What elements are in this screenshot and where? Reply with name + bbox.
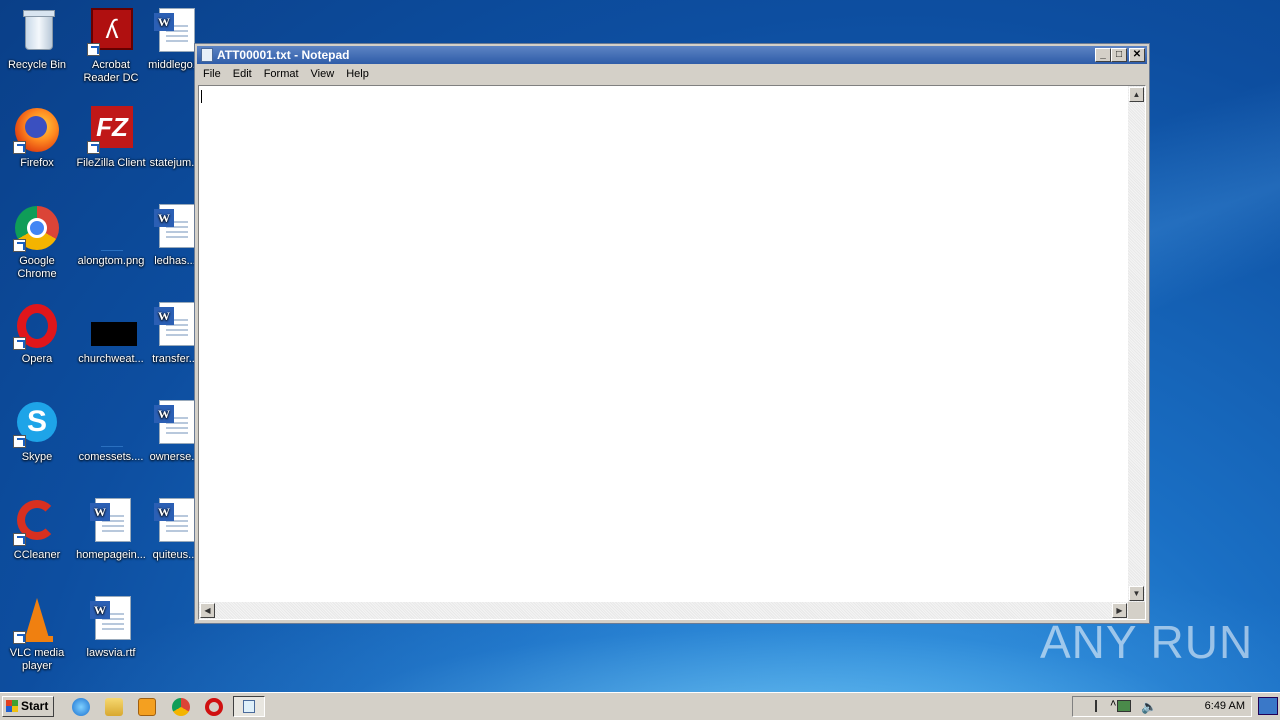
desktop-icon-alongtom-png[interactable]: alongtom.png [74,204,148,268]
media-player-icon[interactable] [138,698,156,716]
ccleaner-icon [13,498,61,546]
desktop-icon-churchweat[interactable]: churchweat... [74,302,148,366]
shortcut-arrow-icon [13,239,26,252]
desktop-icon-homepagein[interactable]: W homepagein... [74,498,148,562]
shortcut-arrow-icon [87,43,100,56]
scroll-up-button[interactable]: ▲ [1129,87,1144,102]
desktop-icon-firefox[interactable]: Firefox [0,106,74,170]
minimize-button[interactable]: _ [1095,48,1111,62]
word-document-icon: W [151,400,199,448]
show-desktop-button[interactable] [1258,697,1278,715]
word-document-icon: W [151,204,199,252]
start-label: Start [21,699,49,713]
desktop-icon-google-chrome[interactable]: Google Chrome [0,204,74,281]
desktop-icon-label: Acrobat Reader DC [83,59,139,84]
desktop-icon-label: Recycle Bin [7,59,67,71]
menu-file[interactable]: File [197,65,227,83]
word-document-icon: W [151,302,199,350]
desktop-icon-skype[interactable]: S Skype [0,400,74,464]
action-center-flag-icon[interactable] [1095,700,1109,712]
desktop-icon-label: homepagein... [76,549,146,561]
start-button[interactable]: Start [2,696,54,717]
desktop-icon-label: Skype [21,451,53,463]
desktop-icon-recycle-bin[interactable]: Recycle Bin [0,8,74,72]
vlc-cone-icon [13,596,61,644]
desktop-icon-label: Opera [21,353,53,365]
image-file-icon [87,302,137,350]
desktop-icon-comessets[interactable]: comessets.... [74,400,148,464]
word-document-icon: W [87,596,135,644]
desktop-icon-label: Google Chrome [17,255,57,280]
notepad-icon [243,700,255,713]
chrome-taskbar-icon[interactable] [172,698,190,716]
acrobat-icon: ʎ [87,8,135,56]
shortcut-arrow-icon [13,141,26,154]
desktop-icon-vlc[interactable]: VLC media player [0,596,74,673]
shortcut-arrow-icon [13,631,26,644]
firefox-icon [13,106,61,154]
desktop-icon-filezilla[interactable]: FZ FileZilla Client [74,106,148,170]
desktop-icon-lawsvia[interactable]: W lawsvia.rtf [74,596,148,660]
menu-format[interactable]: Format [258,65,305,83]
notepad-window[interactable]: ATT00001.txt - Notepad _ □ ✕ File Edit For… [194,43,1150,624]
word-document-icon: W [151,498,199,546]
maximize-button[interactable]: □ [1111,48,1127,62]
title-bar[interactable]: ATT00001.txt - Notepad _ □ ✕ [197,46,1147,64]
scroll-left-button[interactable]: ◀ [200,603,215,618]
word-document-icon: W [151,8,199,56]
close-button[interactable]: ✕ [1129,48,1145,62]
shortcut-arrow-icon [87,141,100,154]
image-file-icon [87,400,135,448]
image-file-icon [87,204,135,252]
menu-edit[interactable]: Edit [227,65,258,83]
filezilla-icon: FZ [87,106,135,154]
anyrun-watermark: ANY RUN [1040,616,1254,668]
desktop-icon-label: churchweat... [78,353,144,365]
desktop-icon-label: comessets.... [78,451,144,463]
skype-icon: S [13,400,61,448]
internet-explorer-icon[interactable] [72,698,90,716]
file-icon [151,106,199,154]
text-caret [201,90,202,103]
desktop-icon-label: Firefox [20,157,54,169]
menu-help[interactable]: Help [340,65,375,83]
desktop-icon-opera[interactable]: Opera [0,302,74,366]
desktop-icon-label: alongtom.png [77,255,145,267]
desktop-icon-label: FileZilla Client [76,157,146,169]
network-icon[interactable] [1117,700,1131,712]
notepad-taskbar-button[interactable] [233,696,265,717]
taskbar: Start ˄ 🔈 6:49 AM [0,692,1280,720]
recycle-bin-icon [13,8,61,56]
horizontal-scrollbar[interactable]: ◀ ▶ [199,602,1128,619]
shortcut-arrow-icon [13,533,26,546]
system-tray: 🔈 6:49 AM [1072,696,1252,717]
clock[interactable]: 6:49 AM [1205,697,1245,716]
menu-bar: File Edit Format View Help [197,65,1147,83]
opera-taskbar-icon[interactable] [205,698,223,716]
text-editor[interactable]: ▲ ▼ ◀ ▶ [198,85,1146,620]
desktop-icon-label: VLC media player [9,647,65,672]
windows-flag-icon [6,700,18,712]
folder-icon[interactable] [105,698,123,716]
desktop-icon-label: lawsvia.rtf [86,647,136,659]
desktop-icon-acrobat[interactable]: ʎ Acrobat Reader DC [74,8,148,85]
word-document-icon: W [87,498,135,546]
desktop-icon-ccleaner[interactable]: CCleaner [0,498,74,562]
notepad-icon [201,48,213,62]
window-title: ATT00001.txt - Notepad [217,48,350,62]
volume-icon[interactable]: 🔈 [1141,699,1157,715]
menu-view[interactable]: View [305,65,341,83]
scroll-down-button[interactable]: ▼ [1129,586,1144,601]
shortcut-arrow-icon [13,435,26,448]
desktop-icon-label: CCleaner [13,549,61,561]
shortcut-arrow-icon [13,337,26,350]
vertical-scrollbar[interactable]: ▲ ▼ [1128,86,1145,602]
chrome-icon [13,204,61,252]
opera-icon [13,302,61,350]
